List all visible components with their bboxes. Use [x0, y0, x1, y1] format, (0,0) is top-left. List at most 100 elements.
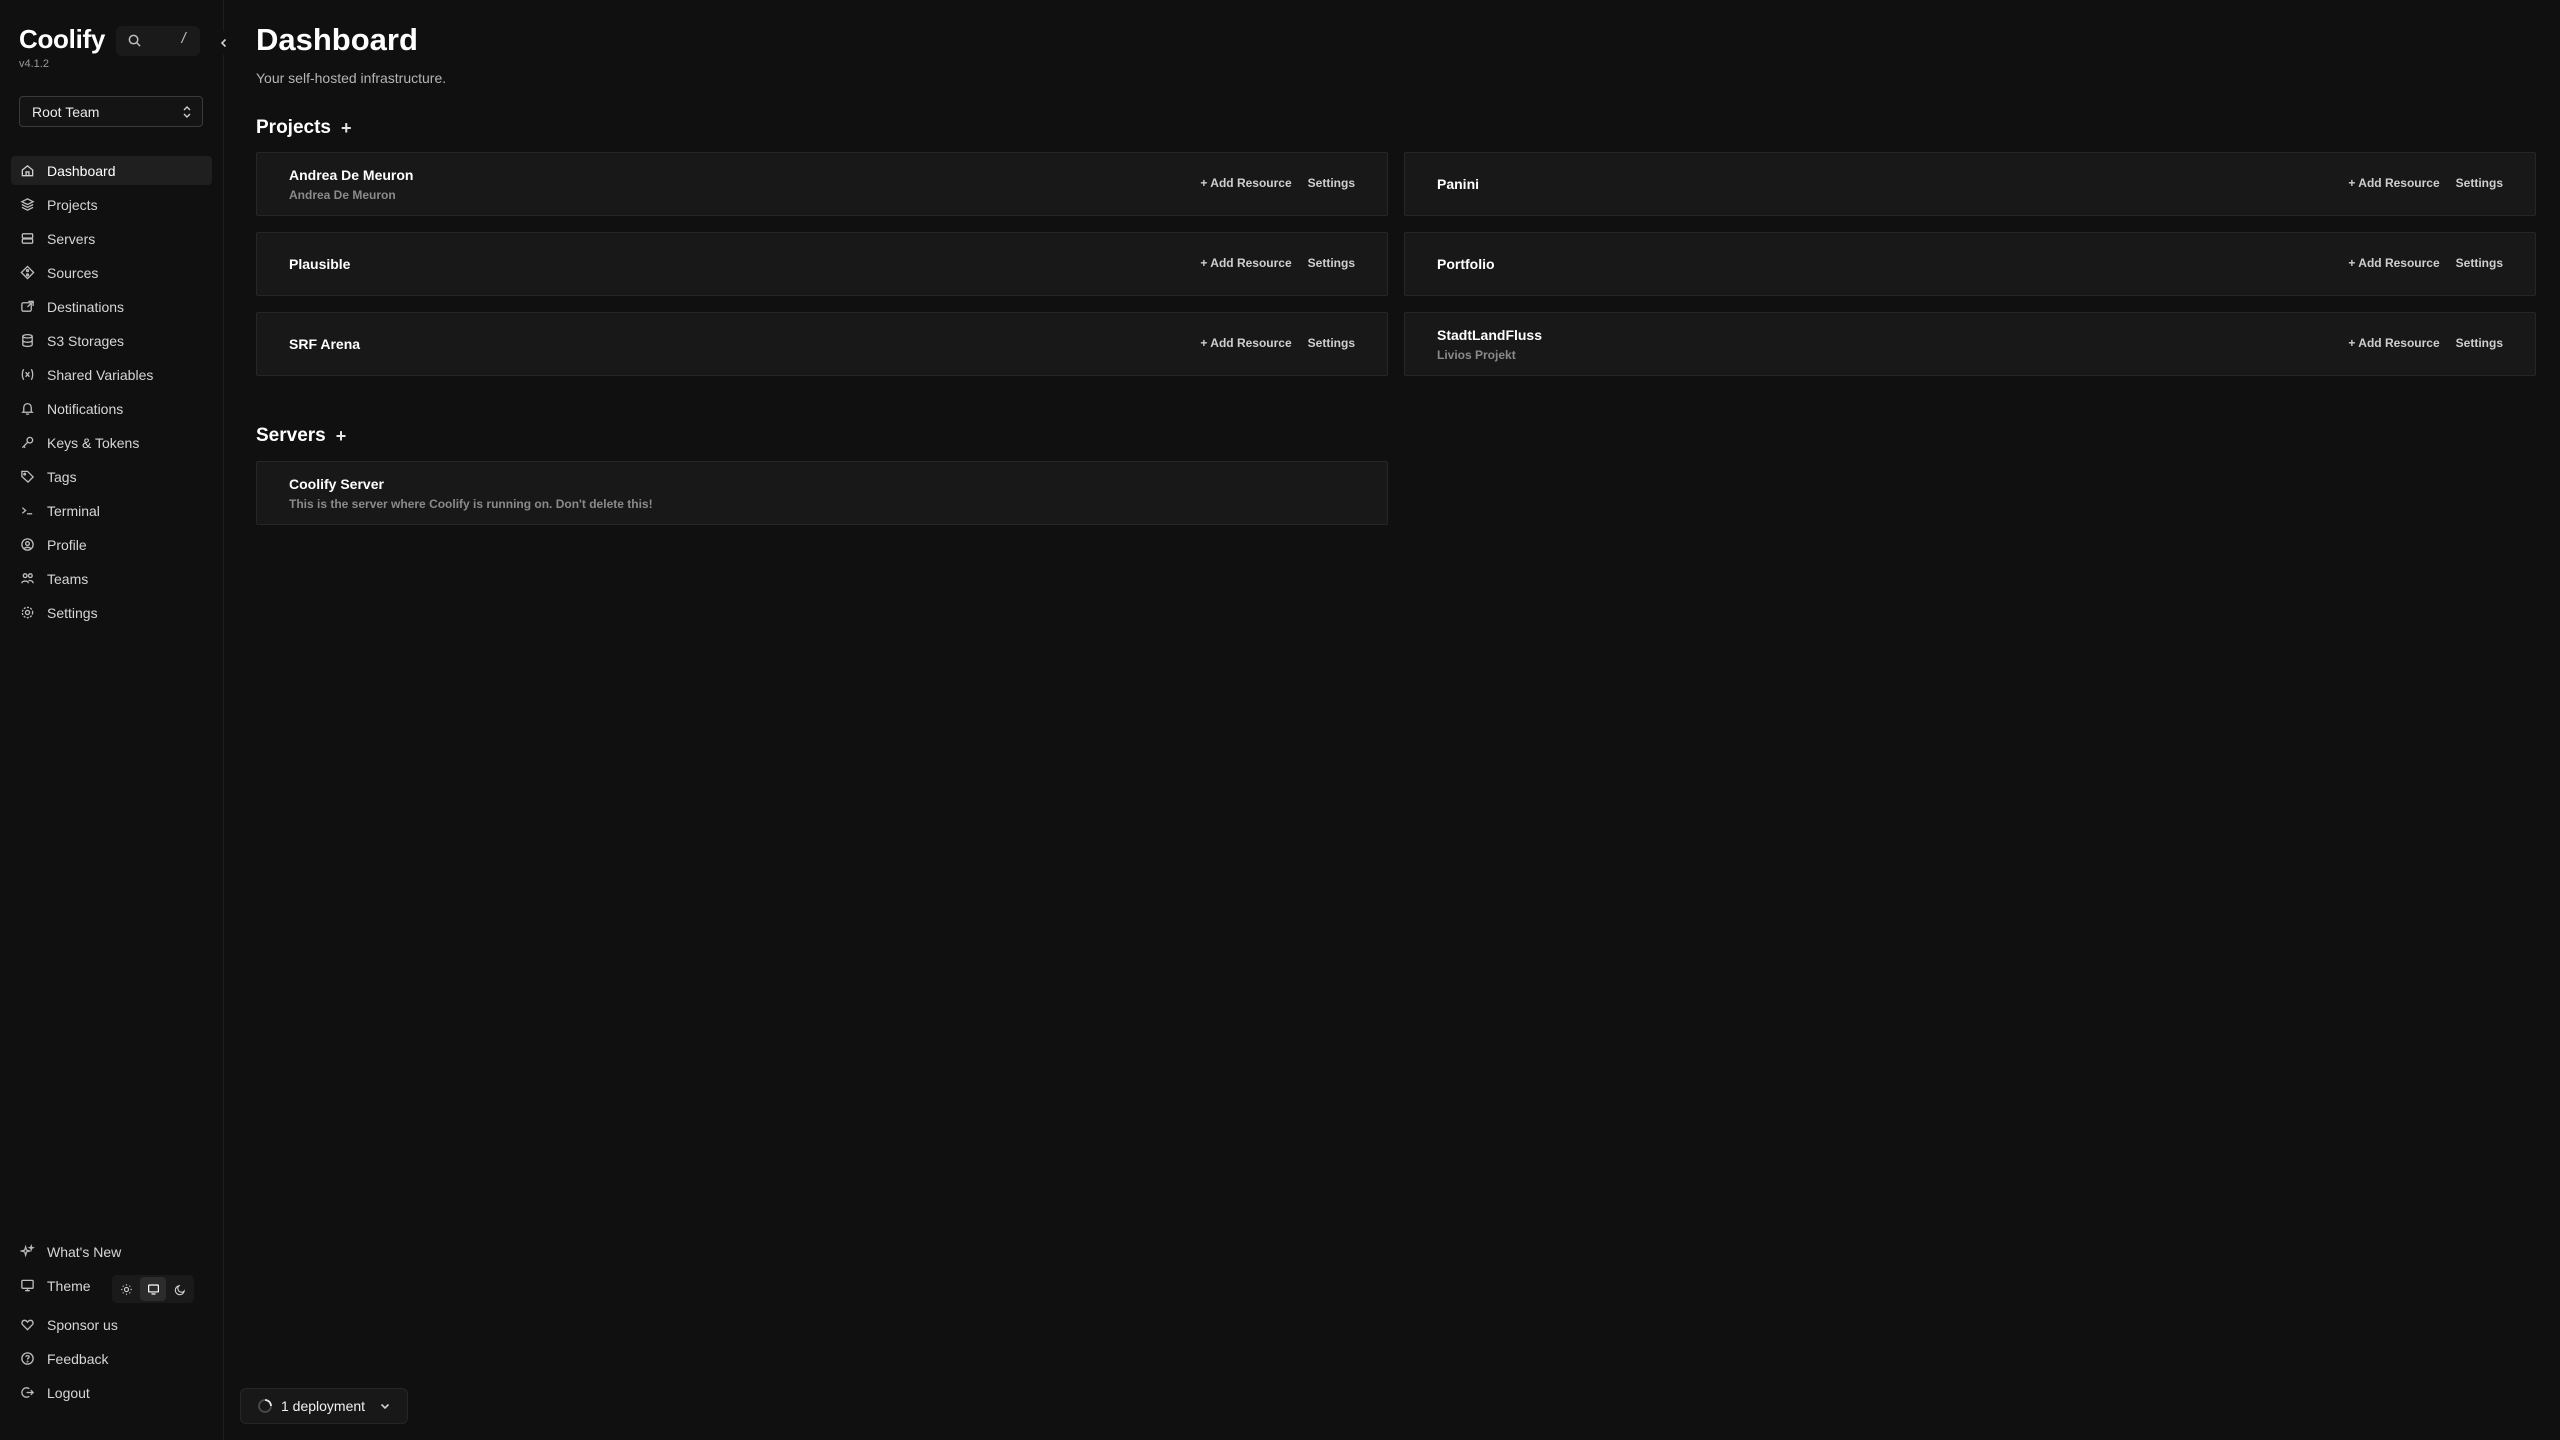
collapse-sidebar-button[interactable] [212, 31, 236, 55]
sidebar-item-label: Keys & Tokens [47, 434, 140, 451]
page-subtitle: Your self-hosted infrastructure. [256, 70, 447, 86]
project-card-andrea-de-meuron[interactable]: Andrea De Meuron Andrea De Meuron + Add … [256, 152, 1388, 216]
sidebar-item-label: S3 Storages [47, 332, 125, 349]
project-name: Panini [1437, 176, 1480, 192]
search-button[interactable]: / [116, 26, 200, 56]
project-settings-button[interactable]: Settings [1308, 176, 1355, 190]
add-resource-button[interactable]: + Add Resource [1200, 256, 1291, 270]
sidebar-item-dashboard[interactable]: Dashboard [11, 156, 212, 185]
users-icon [21, 573, 34, 584]
sidebar-item-label: Sources [47, 264, 99, 281]
server-card-coolify-server[interactable]: Coolify Server This is the server where … [256, 461, 1388, 525]
sidebar-item-label: Settings [47, 604, 98, 621]
app-version: v4.1.2 [19, 58, 49, 70]
sidebar-item-label: Tags [47, 468, 77, 485]
servers-heading: Servers [256, 425, 326, 446]
sidebar-item-notifications[interactable]: Notifications [11, 394, 212, 423]
add-resource-button[interactable]: + Add Resource [2348, 336, 2439, 350]
theme-dark-button[interactable] [167, 1277, 193, 1301]
projects-heading: Projects [256, 117, 331, 138]
sidebar-item-label: Dashboard [47, 162, 116, 179]
add-resource-button[interactable]: + Add Resource [1200, 336, 1291, 350]
server-name: Coolify Server [289, 476, 384, 492]
servers-header: Servers + [256, 425, 346, 447]
sidebar-item-label: Teams [47, 570, 89, 587]
moon-icon [174, 1284, 185, 1295]
sidebar-item-label: Sponsor us [47, 1316, 118, 1333]
sidebar-item-teams[interactable]: Teams [11, 564, 212, 593]
project-card-stadtlandfluss[interactable]: StadtLandFluss Livios Projekt + Add Reso… [1404, 312, 2536, 376]
project-card-panini[interactable]: Panini + Add Resource Settings [1404, 152, 2536, 216]
project-description: Andrea De Meuron [289, 188, 396, 202]
project-name: SRF Arena [289, 336, 361, 352]
sponsor-link[interactable]: Sponsor us [11, 1310, 212, 1339]
whats-new-link[interactable]: What's New [11, 1237, 212, 1266]
feedback-link[interactable]: Feedback [11, 1344, 212, 1373]
theme-switcher [112, 1275, 194, 1303]
sidebar-item-projects[interactable]: Projects [11, 190, 212, 219]
project-name: StadtLandFluss [1437, 327, 1543, 343]
home-icon [21, 164, 34, 177]
key-icon [21, 436, 34, 449]
team-select-value: Root Team [32, 103, 100, 120]
team-select[interactable]: Root Team [19, 96, 203, 127]
sidebar-item-settings[interactable]: Settings [11, 598, 212, 627]
theme-label: Theme [47, 1277, 91, 1294]
project-settings-button[interactable]: Settings [2456, 176, 2503, 190]
deployments-label: 1 deployment [281, 1398, 366, 1414]
sidebar-item-servers[interactable]: Servers [11, 224, 212, 253]
project-name: Andrea De Meuron [289, 167, 414, 183]
sidebar-footer-nav: What's New Theme Sponsor us Feedback Log… [11, 1237, 212, 1412]
project-card-portfolio[interactable]: Portfolio + Add Resource Settings [1404, 232, 2536, 296]
project-settings-button[interactable]: Settings [1308, 256, 1355, 270]
projects-header: Projects + [256, 117, 352, 139]
sparkles-icon [20, 1244, 35, 1258]
help-circle-icon [21, 1352, 34, 1365]
sun-icon [120, 1283, 132, 1295]
project-name: Portfolio [1437, 256, 1495, 272]
sidebar-item-profile[interactable]: Profile [11, 530, 212, 559]
sidebar-item-sources[interactable]: Sources [11, 258, 212, 287]
database-icon [22, 333, 33, 348]
project-card-plausible[interactable]: Plausible + Add Resource Settings [256, 232, 1388, 296]
gear-icon [21, 606, 34, 619]
terminal-icon [21, 507, 33, 515]
sidebar-item-label: Terminal [47, 502, 100, 519]
theme-system-button[interactable] [140, 1277, 166, 1301]
sidebar-item-label: Destinations [47, 298, 125, 315]
server-icon [21, 233, 34, 244]
tag-icon [21, 470, 35, 484]
project-settings-button[interactable]: Settings [2456, 256, 2503, 270]
logout-icon [21, 1387, 35, 1398]
variable-icon [21, 368, 34, 381]
project-settings-button[interactable]: Settings [2456, 336, 2503, 350]
add-resource-button[interactable]: + Add Resource [2348, 176, 2439, 190]
deployments-dropdown[interactable]: 1 deployment [240, 1388, 408, 1424]
sidebar-item-keys-tokens[interactable]: Keys & Tokens [11, 428, 212, 457]
project-card-srf-arena[interactable]: SRF Arena + Add Resource Settings [256, 312, 1388, 376]
sidebar-item-label: Servers [47, 230, 96, 247]
chevron-down-icon [380, 1403, 390, 1410]
sidebar-item-label: Shared Variables [47, 366, 154, 383]
add-server-button[interactable]: + [336, 426, 347, 447]
theme-light-button[interactable] [113, 1277, 139, 1301]
sidebar-item-label: What's New [47, 1243, 122, 1260]
add-resource-button[interactable]: + Add Resource [2348, 256, 2439, 270]
sidebar-item-tags[interactable]: Tags [11, 462, 212, 491]
git-branch-icon [20, 265, 35, 280]
sidebar-item-shared-variables[interactable]: Shared Variables [11, 360, 212, 389]
project-settings-button[interactable]: Settings [1308, 336, 1355, 350]
loading-spinner-icon [258, 1399, 272, 1413]
app-logo-text[interactable]: Coolify [19, 24, 105, 54]
add-resource-button[interactable]: + Add Resource [1200, 176, 1291, 190]
add-project-button[interactable]: + [341, 118, 352, 139]
sidebar-item-s3-storages[interactable]: S3 Storages [11, 326, 212, 355]
sidebar-item-terminal[interactable]: Terminal [11, 496, 212, 525]
monitor-icon [147, 1283, 159, 1295]
project-description: Livios Projekt [1437, 348, 1516, 362]
sidebar-item-destinations[interactable]: Destinations [11, 292, 212, 321]
main-nav: Dashboard Projects Servers Sources Desti… [11, 156, 212, 632]
monitor-icon [21, 1279, 34, 1292]
sidebar-item-label: Logout [47, 1384, 90, 1401]
logout-link[interactable]: Logout [11, 1378, 212, 1407]
